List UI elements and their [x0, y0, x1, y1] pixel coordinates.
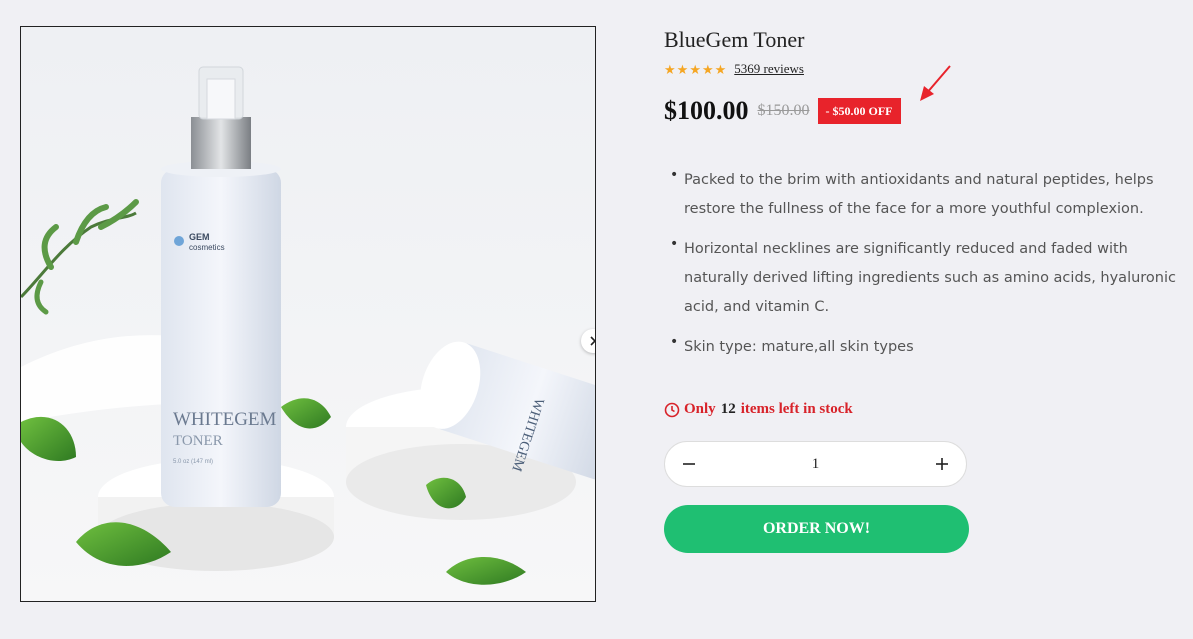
stock-count: 12 — [720, 401, 736, 417]
plus-icon — [936, 458, 948, 470]
minus-icon — [683, 463, 695, 465]
bullet-icon: • — [670, 167, 679, 183]
bottle-brand-sub-text: cosmetics — [189, 243, 225, 252]
feature-text: Packed to the brim with antioxidants and… — [684, 172, 1154, 217]
star-icon: ★ — [676, 61, 689, 77]
feature-list: • Packed to the brim with antioxidants an… — [670, 166, 1180, 373]
quantity-increase-button[interactable] — [918, 442, 966, 486]
product-title: BlueGem Toner — [664, 27, 805, 52]
stock-notice: Only 12 items left in stock — [664, 401, 853, 418]
bottle-name-text: WHITEGEM — [173, 409, 277, 430]
stock-suffix: items left in stock — [740, 401, 853, 417]
compare-price: $150.00 — [757, 102, 810, 119]
bullet-icon: • — [670, 334, 679, 350]
star-rating: ★ ★ ★ ★ ★ — [664, 63, 726, 76]
discount-badge: - $50.00 OFF — [817, 98, 901, 124]
feature-item: • Skin type: mature,all skin types — [670, 333, 1180, 362]
sale-price: $100.00 — [664, 96, 749, 125]
product-photo: WHITEGEM GEM cosmetics WHITEGEM TONER 5.… — [21, 27, 595, 601]
star-icon: ★ — [689, 61, 701, 77]
feature-text: Skin type: mature,all skin types — [684, 339, 914, 355]
bottle-brand-text: GEM — [189, 232, 210, 242]
order-now-button[interactable]: ORDER NOW! — [664, 505, 969, 553]
quantity-decrease-button[interactable] — [665, 442, 713, 486]
clock-icon — [664, 402, 680, 417]
star-icon: ★ — [664, 61, 676, 77]
reviews-link[interactable]: 5369 reviews — [734, 61, 804, 77]
star-icon: ★ — [714, 61, 727, 77]
quantity-input[interactable] — [773, 454, 858, 474]
bottle-type-text: TONER — [173, 433, 223, 449]
rating-row: ★ ★ ★ ★ ★ 5369 reviews — [664, 61, 804, 77]
quantity-stepper — [664, 441, 967, 487]
bottle-volume-text: 5.0 oz (147 ml) — [173, 459, 213, 465]
feature-item: • Horizontal necklines are significantly … — [670, 235, 1180, 322]
stock-prefix: Only — [684, 401, 716, 417]
bullet-icon: • — [670, 236, 679, 252]
feature-text: Horizontal necklines are significantly r… — [684, 241, 1176, 315]
price-row: $100.00 $150.00 - $50.00 OFF — [664, 96, 901, 126]
product-image-gallery: WHITEGEM GEM cosmetics WHITEGEM TONER 5.… — [20, 26, 596, 602]
chevron-right-icon — [590, 336, 595, 346]
red-arrow-icon — [920, 65, 951, 101]
feature-item: • Packed to the brim with antioxidants an… — [670, 166, 1180, 224]
star-icon: ★ — [701, 61, 714, 77]
